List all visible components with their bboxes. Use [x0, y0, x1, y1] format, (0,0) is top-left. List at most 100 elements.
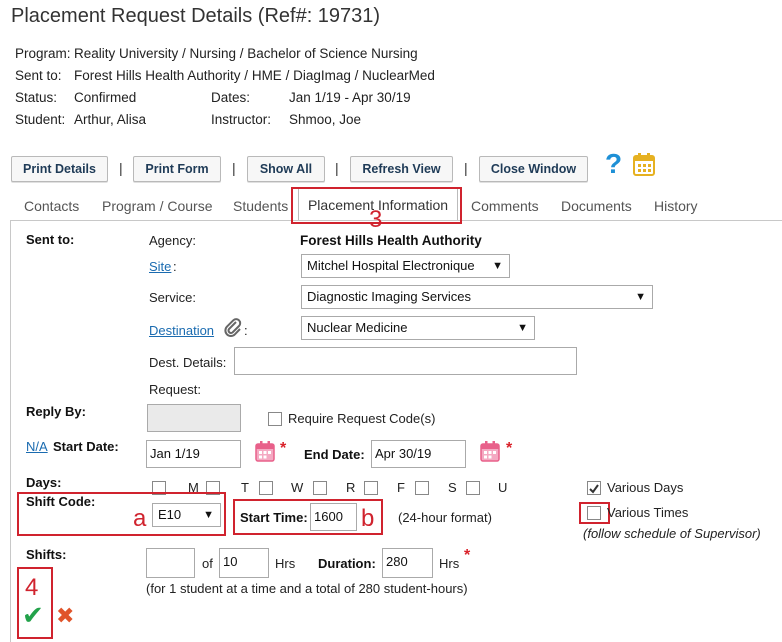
- shift-code-select[interactable]: E10 ▼: [152, 503, 221, 527]
- cancel-x-icon[interactable]: ✖: [56, 603, 74, 629]
- shifts-input[interactable]: [146, 548, 195, 578]
- day-checkbox-r[interactable]: [364, 481, 378, 495]
- day-label-s: S: [448, 480, 457, 495]
- shift-code-label: Shift Code:: [26, 494, 96, 509]
- print-form-button[interactable]: Print Form: [133, 156, 221, 182]
- chevron-down-icon: ▼: [635, 291, 646, 303]
- tab-history[interactable]: History: [654, 198, 698, 214]
- duration-input[interactable]: 280: [382, 548, 433, 578]
- annotation-4: 4: [25, 574, 39, 601]
- toolbar-separator: |: [335, 160, 339, 176]
- various-times-checkbox[interactable]: [587, 506, 601, 520]
- start-date-label: Start Date:: [53, 439, 119, 454]
- annotation-3: 3: [369, 206, 383, 233]
- destination-link[interactable]: Destination: [149, 323, 214, 338]
- refresh-view-button[interactable]: Refresh View: [350, 156, 453, 182]
- chevron-down-icon: ▼: [203, 509, 214, 521]
- tab-contacts[interactable]: Contacts: [24, 198, 79, 214]
- checkmark-icon: [589, 484, 599, 494]
- instructor-label: Instructor:: [211, 112, 272, 127]
- start-time-input[interactable]: 1600: [310, 503, 357, 531]
- various-days-checkbox[interactable]: [587, 481, 601, 495]
- day-label-u: U: [498, 480, 508, 495]
- end-date-input[interactable]: Apr 30/19: [371, 440, 466, 468]
- various-days-label: Various Days: [607, 480, 684, 495]
- of-label: of: [202, 556, 213, 571]
- site-colon: :: [173, 259, 177, 274]
- day-label-r: R: [346, 480, 356, 495]
- paperclip-icon[interactable]: [224, 318, 242, 341]
- destination-select[interactable]: Nuclear Medicine ▼: [301, 316, 535, 340]
- day-checkbox-f[interactable]: [415, 481, 429, 495]
- start-time-label: Start Time:: [240, 510, 308, 525]
- annotation-b: b: [361, 505, 375, 532]
- service-select[interactable]: Diagnostic Imaging Services ▼: [301, 285, 653, 309]
- calendar-icon[interactable]: [255, 440, 275, 462]
- tab-program-course[interactable]: Program / Course: [102, 198, 212, 214]
- site-select[interactable]: Mitchel Hospital Electronique ▼: [301, 254, 510, 278]
- duration-hrs-label: Hrs: [439, 556, 460, 571]
- dest-details-label: Dest. Details:: [149, 355, 227, 370]
- various-times-label: Various Times: [607, 505, 689, 520]
- shift-code-value: E10: [158, 507, 182, 522]
- dates-label: Dates:: [211, 90, 251, 105]
- dest-details-input[interactable]: [234, 347, 577, 375]
- site-link[interactable]: Site: [149, 259, 171, 274]
- confirm-check-icon[interactable]: ✔: [22, 600, 44, 631]
- tab-documents[interactable]: Documents: [561, 198, 632, 214]
- service-label: Service:: [149, 290, 196, 305]
- sent-to-value: Forest Hills Health Authority / HME / Di…: [74, 68, 435, 83]
- various-times-note: (follow schedule of Supervisor): [583, 526, 761, 541]
- summary-text: (for 1 student at a time and a total of …: [146, 581, 468, 596]
- program-label: Program:: [15, 46, 71, 61]
- day-label-w: W: [291, 480, 304, 495]
- day-checkbox-s[interactable]: [466, 481, 480, 495]
- panel-border: [10, 221, 11, 642]
- close-window-button[interactable]: Close Window: [479, 156, 588, 182]
- destination-colon: :: [244, 323, 248, 338]
- na-link[interactable]: N/A: [26, 439, 48, 454]
- instructor-value: Shmoo, Joe: [289, 112, 362, 127]
- reply-by-input: [147, 404, 241, 432]
- day-checkbox-t[interactable]: [259, 481, 273, 495]
- start-date-input[interactable]: Jan 1/19: [146, 440, 241, 468]
- status-value: Confirmed: [74, 90, 137, 105]
- show-all-button[interactable]: Show All: [247, 156, 325, 182]
- calendar-icon[interactable]: [480, 440, 500, 462]
- student-label: Student:: [15, 112, 66, 127]
- day-label-t: T: [241, 480, 249, 495]
- page-title: Placement Request Details (Ref#: 19731): [11, 5, 381, 27]
- hours-input[interactable]: 10: [219, 548, 269, 578]
- required-marker: *: [280, 440, 287, 457]
- status-label: Status:: [15, 90, 58, 105]
- service-select-value: Diagnostic Imaging Services: [307, 289, 472, 304]
- day-checkbox-w[interactable]: [313, 481, 327, 495]
- annotation-a: a: [133, 505, 147, 532]
- shifts-label: Shifts:: [26, 547, 67, 562]
- hrs-label: Hrs: [275, 556, 296, 571]
- required-marker: *: [506, 440, 513, 457]
- require-code-checkbox[interactable]: [268, 412, 282, 426]
- time-format-hint: (24-hour format): [398, 510, 492, 525]
- site-select-value: Mitchel Hospital Electronique: [307, 258, 475, 273]
- chevron-down-icon: ▼: [517, 322, 528, 334]
- require-code-label: Require Request Code(s): [288, 411, 436, 426]
- program-value: Reality University / Nursing / Bachelor …: [74, 46, 418, 61]
- print-details-button[interactable]: Print Details: [11, 156, 108, 182]
- calendar-icon[interactable]: [633, 152, 655, 179]
- tab-students[interactable]: Students: [233, 198, 288, 214]
- request-label: Request:: [149, 382, 202, 397]
- agency-value: Forest Hills Health Authority: [300, 233, 482, 248]
- toolbar-separator: |: [464, 160, 468, 176]
- day-label-f: F: [397, 480, 405, 495]
- chevron-down-icon: ▼: [492, 260, 503, 272]
- tab-comments[interactable]: Comments: [471, 198, 539, 214]
- agency-label: Agency:: [149, 233, 196, 248]
- sent-to-label: Sent to:: [15, 68, 62, 83]
- days-label: Days:: [26, 475, 62, 490]
- help-icon[interactable]: ?: [605, 150, 625, 178]
- reply-by-label: Reply By:: [26, 404, 86, 419]
- required-marker: *: [464, 547, 471, 564]
- sent-to-section-label: Sent to:: [26, 232, 75, 247]
- dates-value: Jan 1/19 - Apr 30/19: [289, 90, 411, 105]
